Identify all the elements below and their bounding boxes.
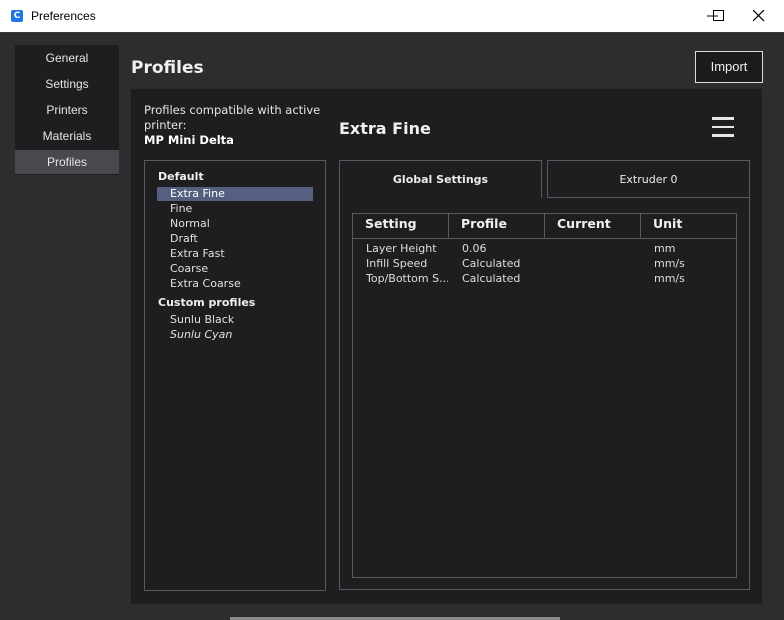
cell-setting: Infill Speed bbox=[366, 257, 428, 270]
cell-unit: mm/s bbox=[654, 257, 685, 270]
window-title: Preferences bbox=[31, 9, 96, 23]
sidebar-item-printers[interactable]: Printers bbox=[15, 98, 119, 122]
column-header-profile[interactable]: Profile bbox=[449, 214, 545, 239]
group-default-heading: Default bbox=[158, 170, 204, 183]
cell-profile: Calculated bbox=[462, 257, 521, 270]
preferences-sidebar: General Settings Printers Materials Prof… bbox=[15, 45, 119, 175]
sidebar-item-settings[interactable]: Settings bbox=[15, 72, 119, 96]
hamburger-menu-icon[interactable] bbox=[712, 117, 734, 139]
sidebar-item-general[interactable]: General bbox=[15, 46, 119, 70]
maximize-icon bbox=[713, 10, 724, 21]
cell-profile: Calculated bbox=[462, 272, 521, 285]
close-button[interactable] bbox=[738, 0, 784, 32]
column-header-current[interactable]: Current bbox=[545, 214, 641, 239]
profile-item-draft[interactable]: Draft bbox=[157, 232, 313, 246]
cell-unit: mm bbox=[654, 242, 676, 255]
column-header-unit[interactable]: Unit bbox=[641, 214, 736, 239]
group-custom-heading: Custom profiles bbox=[158, 296, 256, 309]
sidebar-item-profiles[interactable]: Profiles bbox=[15, 150, 119, 174]
window-titlebar: C Preferences bbox=[0, 0, 784, 32]
selected-profile-title: Extra Fine bbox=[339, 119, 431, 138]
tab-global-settings[interactable]: Global Settings bbox=[339, 160, 542, 198]
import-button[interactable]: Import bbox=[695, 51, 763, 83]
profile-item-normal[interactable]: Normal bbox=[157, 217, 313, 231]
profile-item-sunlu-cyan[interactable]: Sunlu Cyan bbox=[157, 328, 313, 342]
profile-item-coarse[interactable]: Coarse bbox=[157, 262, 313, 276]
sidebar-item-materials[interactable]: Materials bbox=[15, 124, 119, 148]
cell-setting: Layer Height bbox=[366, 242, 437, 255]
profile-item-fine[interactable]: Fine bbox=[157, 202, 313, 216]
tab-extruder-0[interactable]: Extruder 0 bbox=[547, 160, 750, 198]
profile-list: Default Extra Fine Fine Normal Draft Ext… bbox=[144, 160, 326, 591]
settings-table: Setting Profile Current Unit Layer Heigh… bbox=[352, 213, 737, 578]
cell-profile: 0.06 bbox=[462, 242, 487, 255]
app-icon: C bbox=[11, 10, 23, 22]
active-printer-name: MP Mini Delta bbox=[144, 133, 234, 147]
titlebar-divider bbox=[0, 32, 784, 33]
page-title: Profiles bbox=[131, 58, 204, 78]
profile-item-extra-fine[interactable]: Extra Fine bbox=[157, 187, 313, 201]
close-icon bbox=[753, 10, 765, 22]
compatible-text: Profiles compatible with active printer: bbox=[144, 103, 321, 132]
profiles-panel: Profiles compatible with active printer:… bbox=[131, 89, 762, 604]
cell-unit: mm/s bbox=[654, 272, 685, 285]
profile-item-extra-coarse[interactable]: Extra Coarse bbox=[157, 277, 313, 291]
profile-item-extra-fast[interactable]: Extra Fast bbox=[157, 247, 313, 261]
cell-setting: Top/Bottom S... bbox=[366, 272, 448, 285]
column-header-setting[interactable]: Setting bbox=[353, 214, 449, 239]
compatible-profiles-note: Profiles compatible with active printer:… bbox=[144, 103, 324, 148]
profile-item-sunlu-black[interactable]: Sunlu Black bbox=[157, 313, 313, 327]
